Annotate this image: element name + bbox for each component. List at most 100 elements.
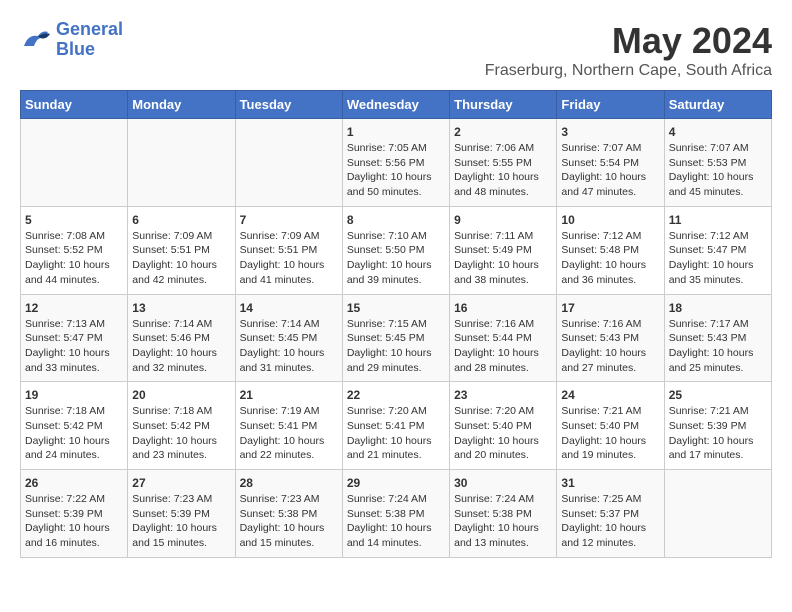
calendar-cell: 7 Sunrise: 7:09 AM Sunset: 5:51 PM Daylig…: [235, 206, 342, 294]
week-row-1: 1Sunrise: 7:05 AM Sunset: 5:56 PM Daylig…: [21, 119, 772, 207]
day-number: 11: [669, 213, 767, 227]
subtitle: Fraserburg, Northern Cape, South Africa: [485, 62, 772, 80]
title-block: May 2024 Fraserburg, Northern Cape, Sout…: [485, 20, 772, 80]
calendar-cell: 10 Sunrise: 7:12 AM Sunset: 5:48 PM Dayli…: [557, 206, 664, 294]
day-number: 9: [454, 213, 552, 227]
calendar-cell: 25 Sunrise: 7:21 AM Sunset: 5:39 PM Dayli…: [664, 382, 771, 470]
calendar-cell: 29 Sunrise: 7:24 AM Sunset: 5:38 PM Dayli…: [342, 470, 449, 558]
day-info: Sunrise: 7:24 AM Sunset: 5:38 PM Dayligh…: [347, 492, 445, 551]
day-number: 25: [669, 388, 767, 402]
calendar-cell: 18Sunrise: 7:17 AM Sunset: 5:43 PM Dayli…: [664, 294, 771, 382]
day-number: 26: [25, 476, 123, 490]
day-info: Sunrise: 7:23 AM Sunset: 5:39 PM Dayligh…: [132, 492, 230, 551]
day-number: 12: [25, 301, 123, 315]
day-info: Sunrise: 7:13 AM Sunset: 5:47 PM Dayligh…: [25, 317, 123, 376]
calendar-cell: 16Sunrise: 7:16 AM Sunset: 5:44 PM Dayli…: [450, 294, 557, 382]
day-info: Sunrise: 7:23 AM Sunset: 5:38 PM Dayligh…: [240, 492, 338, 551]
day-info: Sunrise: 7:12 AM Sunset: 5:48 PM Dayligh…: [561, 229, 659, 288]
day-number: 7: [240, 213, 338, 227]
day-info: Sunrise: 7:19 AM Sunset: 5:41 PM Dayligh…: [240, 404, 338, 463]
day-header-tuesday: Tuesday: [235, 91, 342, 119]
page-header: General Blue May 2024 Fraserburg, Northe…: [20, 20, 772, 80]
week-row-2: 5 Sunrise: 7:08 AM Sunset: 5:52 PM Daylig…: [21, 206, 772, 294]
logo: General Blue: [20, 20, 123, 60]
day-number: 23: [454, 388, 552, 402]
calendar-cell: 31Sunrise: 7:25 AM Sunset: 5:37 PM Dayli…: [557, 470, 664, 558]
day-number: 27: [132, 476, 230, 490]
calendar-cell: 15 Sunrise: 7:15 AM Sunset: 5:45 PM Dayli…: [342, 294, 449, 382]
day-info: Sunrise: 7:21 AM Sunset: 5:39 PM Dayligh…: [669, 404, 767, 463]
day-info: Sunrise: 7:17 AM Sunset: 5:43 PM Dayligh…: [669, 317, 767, 376]
calendar-cell: 2 Sunrise: 7:06 AM Sunset: 5:55 PM Daylig…: [450, 119, 557, 207]
day-header-monday: Monday: [128, 91, 235, 119]
day-number: 2: [454, 125, 552, 139]
day-info: Sunrise: 7:14 AM Sunset: 5:45 PM Dayligh…: [240, 317, 338, 376]
calendar-cell: 6Sunrise: 7:09 AM Sunset: 5:51 PM Daylig…: [128, 206, 235, 294]
day-number: 29: [347, 476, 445, 490]
calendar-cell: 27 Sunrise: 7:23 AM Sunset: 5:39 PM Dayli…: [128, 470, 235, 558]
calendar-cell: 5 Sunrise: 7:08 AM Sunset: 5:52 PM Daylig…: [21, 206, 128, 294]
day-number: 24: [561, 388, 659, 402]
day-number: 6: [132, 213, 230, 227]
calendar-cell: [664, 470, 771, 558]
calendar-cell: 24 Sunrise: 7:21 AM Sunset: 5:40 PM Dayli…: [557, 382, 664, 470]
day-number: 1: [347, 125, 445, 139]
day-info: Sunrise: 7:18 AM Sunset: 5:42 PM Dayligh…: [25, 404, 123, 463]
calendar-header: SundayMondayTuesdayWednesdayThursdayFrid…: [21, 91, 772, 119]
day-info: Sunrise: 7:08 AM Sunset: 5:52 PM Dayligh…: [25, 229, 123, 288]
day-info: Sunrise: 7:22 AM Sunset: 5:39 PM Dayligh…: [25, 492, 123, 551]
calendar-cell: [21, 119, 128, 207]
day-info: Sunrise: 7:07 AM Sunset: 5:53 PM Dayligh…: [669, 141, 767, 200]
day-info: Sunrise: 7:24 AM Sunset: 5:38 PM Dayligh…: [454, 492, 552, 551]
calendar-cell: 19 Sunrise: 7:18 AM Sunset: 5:42 PM Dayli…: [21, 382, 128, 470]
day-info: Sunrise: 7:06 AM Sunset: 5:55 PM Dayligh…: [454, 141, 552, 200]
logo-icon: [20, 26, 52, 54]
day-info: Sunrise: 7:14 AM Sunset: 5:46 PM Dayligh…: [132, 317, 230, 376]
calendar-cell: 20 Sunrise: 7:18 AM Sunset: 5:42 PM Dayli…: [128, 382, 235, 470]
day-number: 14: [240, 301, 338, 315]
day-number: 16: [454, 301, 552, 315]
day-number: 4: [669, 125, 767, 139]
week-row-5: 26 Sunrise: 7:22 AM Sunset: 5:39 PM Dayli…: [21, 470, 772, 558]
day-number: 19: [25, 388, 123, 402]
day-header-saturday: Saturday: [664, 91, 771, 119]
calendar-cell: 21 Sunrise: 7:19 AM Sunset: 5:41 PM Dayli…: [235, 382, 342, 470]
day-number: 5: [25, 213, 123, 227]
day-number: 15: [347, 301, 445, 315]
day-number: 17: [561, 301, 659, 315]
header-row: SundayMondayTuesdayWednesdayThursdayFrid…: [21, 91, 772, 119]
day-number: 30: [454, 476, 552, 490]
calendar-cell: [235, 119, 342, 207]
day-info: Sunrise: 7:12 AM Sunset: 5:47 PM Dayligh…: [669, 229, 767, 288]
week-row-4: 19 Sunrise: 7:18 AM Sunset: 5:42 PM Dayli…: [21, 382, 772, 470]
calendar-cell: 17Sunrise: 7:16 AM Sunset: 5:43 PM Dayli…: [557, 294, 664, 382]
logo-text: General Blue: [56, 20, 123, 60]
calendar-cell: 9Sunrise: 7:11 AM Sunset: 5:49 PM Daylig…: [450, 206, 557, 294]
day-number: 28: [240, 476, 338, 490]
day-number: 20: [132, 388, 230, 402]
calendar-cell: 28 Sunrise: 7:23 AM Sunset: 5:38 PM Dayli…: [235, 470, 342, 558]
day-info: Sunrise: 7:21 AM Sunset: 5:40 PM Dayligh…: [561, 404, 659, 463]
calendar-cell: 22 Sunrise: 7:20 AM Sunset: 5:41 PM Dayli…: [342, 382, 449, 470]
day-info: Sunrise: 7:18 AM Sunset: 5:42 PM Dayligh…: [132, 404, 230, 463]
day-number: 31: [561, 476, 659, 490]
day-number: 10: [561, 213, 659, 227]
day-number: 22: [347, 388, 445, 402]
calendar-table: SundayMondayTuesdayWednesdayThursdayFrid…: [20, 90, 772, 558]
calendar-cell: [128, 119, 235, 207]
calendar-cell: 3 Sunrise: 7:07 AM Sunset: 5:54 PM Daylig…: [557, 119, 664, 207]
day-info: Sunrise: 7:09 AM Sunset: 5:51 PM Dayligh…: [240, 229, 338, 288]
day-info: Sunrise: 7:20 AM Sunset: 5:41 PM Dayligh…: [347, 404, 445, 463]
calendar-cell: 30 Sunrise: 7:24 AM Sunset: 5:38 PM Dayli…: [450, 470, 557, 558]
day-number: 21: [240, 388, 338, 402]
calendar-cell: 4 Sunrise: 7:07 AM Sunset: 5:53 PM Daylig…: [664, 119, 771, 207]
day-header-sunday: Sunday: [21, 91, 128, 119]
day-number: 8: [347, 213, 445, 227]
calendar-cell: 1Sunrise: 7:05 AM Sunset: 5:56 PM Daylig…: [342, 119, 449, 207]
day-header-friday: Friday: [557, 91, 664, 119]
week-row-3: 12 Sunrise: 7:13 AM Sunset: 5:47 PM Dayli…: [21, 294, 772, 382]
calendar-cell: 14 Sunrise: 7:14 AM Sunset: 5:45 PM Dayli…: [235, 294, 342, 382]
day-number: 3: [561, 125, 659, 139]
day-info: Sunrise: 7:07 AM Sunset: 5:54 PM Dayligh…: [561, 141, 659, 200]
day-info: Sunrise: 7:15 AM Sunset: 5:45 PM Dayligh…: [347, 317, 445, 376]
